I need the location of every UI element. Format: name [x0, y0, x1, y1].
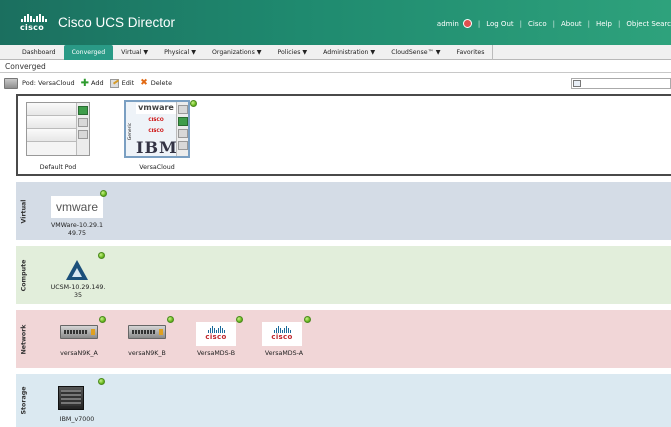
tab-cloudsense[interactable]: CloudSense™ ▼ [383, 45, 448, 60]
status-ok-icon [236, 316, 243, 323]
delete-icon: ✖ [140, 78, 148, 88]
status-ok-icon [98, 378, 105, 385]
app-title: Cisco UCS Director [58, 15, 176, 30]
storage-array-icon [58, 386, 84, 410]
switch-icon [60, 325, 98, 339]
object-search-link[interactable]: Object Searc [626, 20, 671, 28]
tab-virtual[interactable]: Virtual ▼ [113, 45, 156, 60]
title-divider [0, 72, 671, 73]
tab-policies[interactable]: Policies ▼ [270, 45, 316, 60]
virtual-item[interactable]: vmware VMWare-10.29.1 49.75 [48, 190, 107, 240]
user-name[interactable]: admin [437, 20, 459, 28]
lane-label-compute: Compute [20, 259, 28, 291]
item-name: VersaMDS-A [264, 350, 304, 357]
network-item[interactable]: versaN9K_A [54, 316, 106, 366]
cisco-mini-logo-2: CISCO [148, 129, 164, 134]
cisco-logo-tile: cisco [196, 322, 236, 346]
toolbar: Pod: VersaCloud ✚ Add Edit ✖ Delete [0, 74, 671, 92]
cisco-logo-text: cisco [205, 333, 227, 341]
pod-name: Default Pod [39, 164, 77, 171]
cisco-logo-tile: cisco [262, 322, 302, 346]
logout-link[interactable]: Log Out [486, 20, 513, 28]
pod-icon [4, 77, 18, 89]
versacloud-rack-icon: Generic vmware CISCO CISCO IBM [124, 100, 190, 158]
tab-administration[interactable]: Administration ▼ [315, 45, 383, 60]
compute-item[interactable]: UCSM-10.29.149. 35 [48, 250, 108, 304]
item-name: IBM_v7000 [59, 416, 95, 423]
cisco-logo-text: cisco [20, 23, 44, 32]
lane-virtual: Virtual vmware VMWare-10.29.1 49.75 [16, 182, 671, 240]
item-name: versaN9K_A [60, 350, 98, 357]
cisco-bars-icon [196, 326, 236, 333]
generic-side-label: Generic [128, 122, 134, 140]
nav-tabs: Dashboard Converged Virtual ▼ Physical ▼… [14, 45, 494, 60]
search-box[interactable] [571, 78, 671, 89]
search-input[interactable] [584, 79, 670, 88]
lane-network: Network versaN9K_A versaN9K_B cisco Vers… [16, 310, 671, 368]
pod-name: VersaCloud [139, 164, 175, 171]
delete-button[interactable]: ✖ Delete [140, 78, 172, 88]
cisco-logo-text: cisco [271, 333, 293, 341]
cisco-bars-icon [21, 14, 48, 22]
user-status-icon[interactable] [462, 19, 472, 28]
lane-compute: Compute UCSM-10.29.149. 35 [16, 246, 671, 304]
cisco-link[interactable]: Cisco [528, 20, 547, 28]
cisco-mini-logo-1: CISCO [148, 118, 164, 123]
tab-dashboard[interactable]: Dashboard [14, 45, 64, 60]
about-link[interactable]: About [561, 20, 582, 28]
lane-label-network: Network [20, 324, 28, 354]
cisco-bars-icon [262, 326, 302, 333]
search-icon[interactable] [573, 80, 581, 87]
item-name: UCSM-10.29.149. 35 [50, 284, 106, 299]
delete-label: Delete [150, 79, 173, 87]
pod-card-default[interactable]: Default Pod [26, 102, 90, 176]
pod-card-versacloud[interactable]: Generic vmware CISCO CISCO IBM VersaClou… [124, 100, 197, 176]
edit-label: Edit [121, 79, 135, 87]
app-header: cisco Cisco UCS Director admin | Log Out… [0, 0, 671, 45]
default-pod-rack-icon [26, 102, 90, 156]
tab-favorites[interactable]: Favorites [448, 45, 492, 60]
ibm-logo: IBM [136, 138, 178, 157]
network-item[interactable]: cisco VersaMDS-A [256, 316, 312, 366]
tab-physical[interactable]: Physical ▼ [156, 45, 204, 60]
status-ok-icon [98, 252, 105, 259]
pod-selector[interactable]: Pod: VersaCloud [22, 79, 75, 87]
vmware-logo: vmware [51, 196, 103, 218]
status-ok-icon [190, 100, 197, 107]
network-item[interactable]: versaN9K_B [122, 316, 174, 366]
ucsm-icon [66, 260, 88, 280]
tab-organizations[interactable]: Organizations ▼ [204, 45, 270, 60]
status-ok-icon [100, 190, 107, 197]
pod-strip: Default Pod Generic vmware CISCO CISCO I… [16, 94, 671, 176]
help-link[interactable]: Help [596, 20, 612, 28]
main-nav: Dashboard Converged Virtual ▼ Physical ▼… [0, 45, 671, 60]
lane-label-virtual: Virtual [20, 199, 28, 223]
tab-converged[interactable]: Converged [63, 45, 114, 60]
network-item[interactable]: cisco VersaMDS-B [188, 316, 244, 366]
item-name: versaN9K_B [128, 350, 166, 357]
add-icon: ✚ [80, 77, 89, 89]
cisco-logo: cisco [20, 14, 48, 34]
status-ok-icon [99, 316, 106, 323]
add-button[interactable]: ✚ Add [81, 78, 104, 89]
add-label: Add [91, 79, 104, 87]
page-title: Converged [5, 62, 46, 71]
edit-button[interactable]: Edit [109, 78, 135, 88]
switch-icon [128, 325, 166, 339]
storage-item[interactable]: IBM_v7000 [52, 378, 105, 426]
lane-storage: Storage IBM_v7000 [16, 374, 671, 427]
item-name: VersaMDS-B [196, 350, 236, 357]
lane-label-storage: Storage [20, 386, 28, 415]
top-links: admin | Log Out | Cisco | About | Help |… [436, 19, 671, 28]
vmware-mini-logo: vmware [136, 103, 176, 114]
status-ok-icon [304, 316, 311, 323]
item-name: VMWare-10.29.1 49.75 [50, 222, 104, 237]
edit-icon [109, 78, 119, 88]
status-ok-icon [167, 316, 174, 323]
